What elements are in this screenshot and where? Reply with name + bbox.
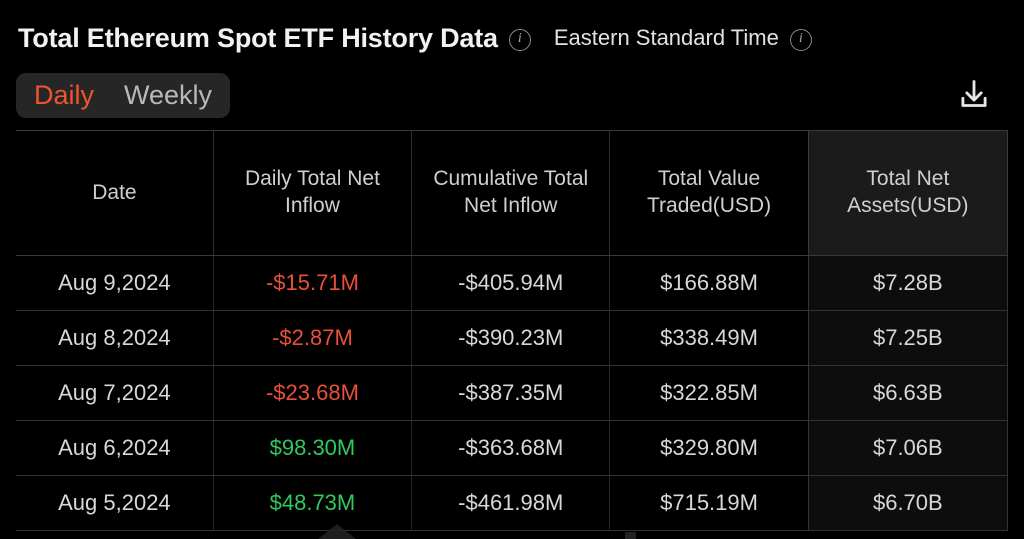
cell-cumulative-net-inflow: -$390.23M <box>412 311 610 366</box>
column-header-daily-total-net-inflow[interactable]: Daily Total Net Inflow <box>213 131 411 256</box>
column-header-total-net-assets[interactable]: Total Net Assets(USD) <box>808 131 1007 256</box>
title-info-icon[interactable]: i <box>509 29 531 51</box>
column-header-date[interactable]: Date <box>16 131 213 256</box>
cell-daily-net-inflow: $98.30M <box>213 421 411 476</box>
column-header-cumulative-total-net-inflow[interactable]: Cumulative Total Net Inflow <box>412 131 610 256</box>
cell-total-value-traded: $322.85M <box>610 366 808 421</box>
cell-total-value-traded: $338.49M <box>610 311 808 366</box>
column-header-total-value-traded[interactable]: Total Value Traded(USD) <box>610 131 808 256</box>
cell-total-value-traded: $166.88M <box>610 256 808 311</box>
table-container: Date Daily Total Net Inflow Cumulative T… <box>0 130 1024 531</box>
cell-date: Aug 6,2024 <box>16 421 213 476</box>
page-header: Total Ethereum Spot ETF History Data i E… <box>0 0 1024 60</box>
cell-date: Aug 8,2024 <box>16 311 213 366</box>
table-row[interactable]: Aug 5,2024 $48.73M -$461.98M $715.19M $6… <box>16 476 1008 531</box>
cell-daily-net-inflow: -$15.71M <box>213 256 411 311</box>
tab-weekly[interactable]: Weekly <box>124 82 212 109</box>
cell-total-net-assets: $7.06B <box>808 421 1007 476</box>
toolbar: Daily Weekly <box>0 60 1024 130</box>
cell-total-value-traded: $329.80M <box>610 421 808 476</box>
table-header-row: Date Daily Total Net Inflow Cumulative T… <box>16 131 1008 256</box>
info-glyph: i <box>518 32 522 46</box>
table-body: Aug 9,2024 -$15.71M -$405.94M $166.88M $… <box>16 256 1008 531</box>
cell-daily-net-inflow: -$23.68M <box>213 366 411 421</box>
partial-chart-marker-secondary <box>625 532 636 539</box>
period-segmented-control[interactable]: Daily Weekly <box>16 73 230 118</box>
table-row[interactable]: Aug 9,2024 -$15.71M -$405.94M $166.88M $… <box>16 256 1008 311</box>
download-icon <box>956 77 992 113</box>
cell-cumulative-net-inflow: -$387.35M <box>412 366 610 421</box>
download-button[interactable] <box>952 73 996 117</box>
info-glyph: i <box>799 32 803 46</box>
page-title: Total Ethereum Spot ETF History Data <box>18 23 498 54</box>
etf-history-table: Date Daily Total Net Inflow Cumulative T… <box>16 130 1008 531</box>
cell-date: Aug 5,2024 <box>16 476 213 531</box>
cell-date: Aug 9,2024 <box>16 256 213 311</box>
timezone-info-icon[interactable]: i <box>790 29 812 51</box>
tab-daily[interactable]: Daily <box>34 82 94 109</box>
timezone-label: Eastern Standard Time <box>554 25 779 51</box>
cell-daily-net-inflow: $48.73M <box>213 476 411 531</box>
cell-date: Aug 7,2024 <box>16 366 213 421</box>
cell-cumulative-net-inflow: -$363.68M <box>412 421 610 476</box>
cell-total-net-assets: $6.63B <box>808 366 1007 421</box>
cell-total-net-assets: $7.28B <box>808 256 1007 311</box>
cell-cumulative-net-inflow: -$461.98M <box>412 476 610 531</box>
cell-total-value-traded: $715.19M <box>610 476 808 531</box>
table-header: Date Daily Total Net Inflow Cumulative T… <box>16 131 1008 256</box>
cell-cumulative-net-inflow: -$405.94M <box>412 256 610 311</box>
cell-daily-net-inflow: -$2.87M <box>213 311 411 366</box>
table-row[interactable]: Aug 6,2024 $98.30M -$363.68M $329.80M $7… <box>16 421 1008 476</box>
table-row[interactable]: Aug 8,2024 -$2.87M -$390.23M $338.49M $7… <box>16 311 1008 366</box>
table-row[interactable]: Aug 7,2024 -$23.68M -$387.35M $322.85M $… <box>16 366 1008 421</box>
cell-total-net-assets: $7.25B <box>808 311 1007 366</box>
cell-total-net-assets: $6.70B <box>808 476 1007 531</box>
